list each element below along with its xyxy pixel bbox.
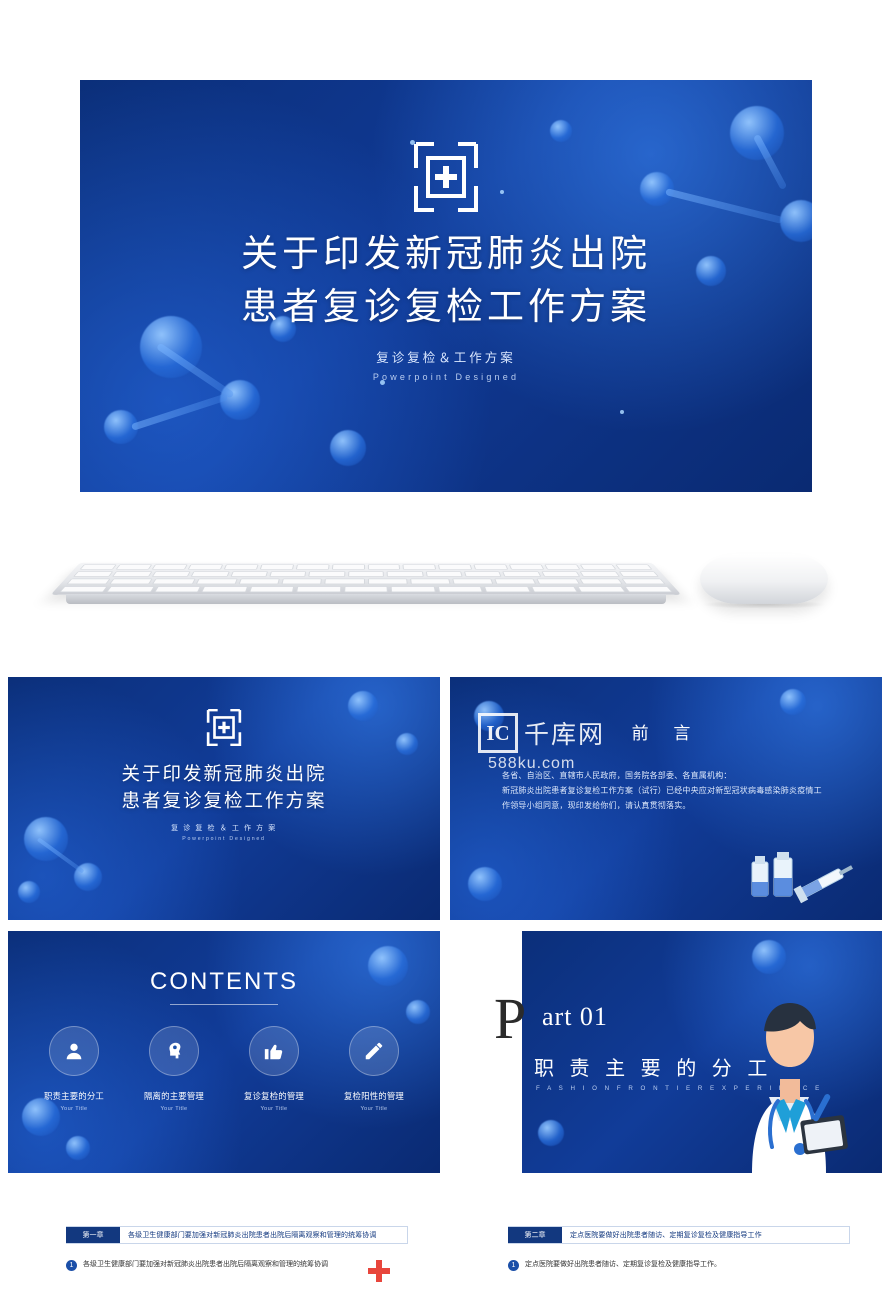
subtitle-cn: 复 诊 复 检 ＆ 工 作 方 案 [171, 824, 277, 832]
thumbnail-contents[interactable]: CONTENTS 职责主要的分工 Your Title 隔离的主要管理 Your… [8, 930, 440, 1173]
molecule-node [752, 940, 786, 974]
thumbnail-section-right[interactable]: 第二章 定点医院要做好出院患者随访、定期复诊复检及健康指导工作 1 定点医院要做… [450, 1183, 882, 1301]
item-number: 1 [66, 1260, 77, 1271]
section-heading-bar: 第一章 各级卫生健康部门要加强对新冠肺炎出院患者出院后隔离观察和管理的统筹协调 [66, 1226, 408, 1244]
thumbnail-part01[interactable]: P art 01 职 责 主 要 的 分 工 F A S H I O N F R… [450, 930, 882, 1173]
key-row [60, 578, 671, 585]
contents-item-label: 职责主要的分工 [43, 1091, 105, 1101]
thumbs-up-icon [249, 1026, 299, 1076]
grid-divider-horizontal [0, 1180, 892, 1184]
section-heading-bar: 第二章 定点医院要做好出院患者随访、定期复诊复检及健康指导工作 [508, 1226, 850, 1244]
part01-art-text: art 01 [542, 1002, 608, 1031]
key-row [53, 586, 679, 593]
item-text: 各级卫生健康部门要加强对新冠肺炎出院患者出院后隔离观察和管理的统筹协调 [83, 1261, 328, 1268]
contents-item[interactable]: 复诊复检的管理 Your Title [243, 1026, 305, 1112]
hospital-cross-icon [206, 708, 242, 751]
molecule-node [66, 1136, 90, 1160]
contents-items: 职责主要的分工 Your Title 隔离的主要管理 Your Title 复诊… [8, 1026, 440, 1112]
title-line-1: 关于印发新冠肺炎出院 [121, 763, 327, 784]
key-row [67, 571, 665, 577]
preface-paragraph-1: 各省、自治区、直辖市人民政府，国务院各部委、各直属机构： [502, 771, 732, 780]
page-title: 关于印发新冠肺炎出院 患者复诊复检工作方案 [241, 228, 651, 333]
contents-item-sub: Your Title [260, 1106, 288, 1112]
keyboard-base [66, 594, 666, 604]
item-number: 1 [508, 1260, 519, 1271]
list-item: 1 各级卫生健康部门要加强对新冠肺炎出院患者出院后隔离观察和管理的统筹协调 [66, 1260, 328, 1271]
title-line-1: 关于印发新冠肺炎出院 [241, 233, 651, 274]
contents-item[interactable]: 复检阳性的管理 Your Title [343, 1026, 405, 1112]
contents-item-label: 复诊复检的管理 [243, 1091, 305, 1101]
thumbnail-cover[interactable]: 关于印发新冠肺炎出院 患者复诊复检工作方案 复 诊 复 检 ＆ 工 作 方 案 … [8, 677, 440, 920]
vaccine-syringe-icon [738, 848, 858, 910]
thumbnail-title: 关于印发新冠肺炎出院 患者复诊复检工作方案 [121, 761, 326, 815]
molecule-node [780, 689, 806, 715]
part01-letter: P [494, 986, 527, 1051]
title-line-2: 患者复诊复检工作方案 [121, 789, 327, 811]
molecule-node [406, 1000, 430, 1024]
contents-item[interactable]: 隔离的主要管理 Your Title [143, 1026, 205, 1112]
section-tag: 第一章 [66, 1226, 120, 1243]
subtitle-en: Powerpoint Designed [372, 372, 520, 383]
subtitle-cn: 复诊复检＆工作方案 [376, 351, 516, 366]
section-heading-text: 定点医院要做好出院患者随访、定期复诊复检及健康指导工作 [570, 1232, 762, 1239]
contents-item-label: 复检阳性的管理 [343, 1091, 405, 1101]
contents-item[interactable]: 职责主要的分工 Your Title [43, 1026, 105, 1112]
pencil-icon [349, 1026, 399, 1076]
list-item: 1 定点医院要做好出院患者随访、定期复诊复检及健康指导工作。 [508, 1260, 721, 1271]
molecule-node [468, 867, 502, 901]
medical-cross-icon [366, 1258, 392, 1284]
section-heading-text: 各级卫生健康部门要加强对新冠肺炎出院患者出院后隔离观察和管理的统筹协调 [128, 1232, 377, 1239]
grid-divider-horizontal [0, 927, 892, 931]
preface-paragraph-2: 新冠肺炎出院患者复诊复检工作方案（试行）已经中央应对新型冠状病毒感染肺炎疫情工作… [502, 785, 822, 810]
desk-mockup [0, 492, 892, 677]
contents-title: CONTENTS [150, 968, 298, 995]
thumbnail-preface[interactable]: 前 言 各省、自治区、直辖市人民政府，国务院各部委、各直属机构： 新冠肺炎出院患… [450, 677, 882, 920]
mouse-image [700, 554, 828, 604]
hospital-cross-icon [412, 142, 480, 212]
preface-body: 各省、自治区、直辖市人民政府，国务院各部委、各直属机构： 新冠肺炎出院患者复诊复… [502, 769, 822, 813]
contents-item-label: 隔离的主要管理 [143, 1091, 205, 1101]
grid-divider-vertical [440, 677, 444, 1300]
subtitle-en: Powerpoint Designed [182, 835, 266, 842]
doctor-icon [714, 973, 864, 1173]
title-line-2: 患者复诊复检工作方案 [241, 285, 651, 327]
cover-slide-large: 关于印发新冠肺炎出院 患者复诊复检工作方案 复诊复检＆工作方案 Powerpoi… [80, 80, 812, 492]
key-row [74, 564, 659, 570]
head-idea-icon [149, 1026, 199, 1076]
keyboard-image [50, 562, 682, 595]
contents-item-sub: Your Title [360, 1106, 388, 1112]
contents-item-sub: Your Title [60, 1106, 88, 1112]
item-text: 定点医院要做好出院患者随访、定期复诊复检及健康指导工作。 [525, 1261, 721, 1268]
thumbnail-section-left[interactable]: 第一章 各级卫生健康部门要加强对新冠肺炎出院患者出院后隔离观察和管理的统筹协调 … [8, 1183, 440, 1301]
preface-title: 前 言 [631, 724, 701, 743]
user-icon [49, 1026, 99, 1076]
section-tag: 第二章 [508, 1226, 562, 1243]
divider [170, 1004, 278, 1005]
molecule-node [538, 1120, 564, 1146]
contents-item-sub: Your Title [160, 1106, 188, 1112]
